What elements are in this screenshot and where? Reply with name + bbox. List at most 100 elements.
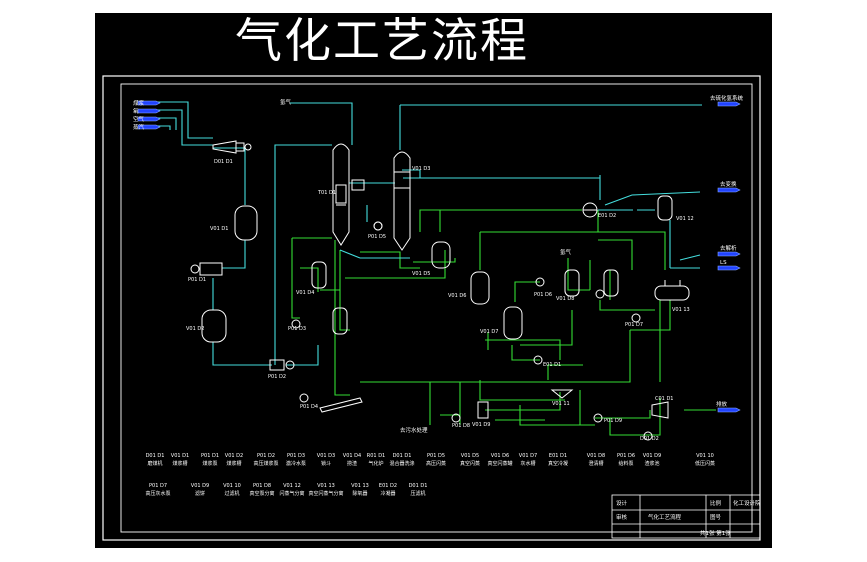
label-d02: D01 D2 [640, 436, 659, 442]
legend-tag: V01 10 [696, 453, 714, 459]
process-flow-diagram: D01 D1 V01 D1 P01 D1 V01 D2 P01 D2 T01 D… [102, 75, 761, 541]
legend-name: 煤浆泵 [202, 460, 217, 467]
legend-tag: E01 D1 [549, 453, 567, 459]
legend-name: 真空闪蒸气分离 [308, 490, 343, 497]
stream-right-3: LS [720, 260, 727, 266]
legend-name: 闪蒸气分离 [279, 490, 304, 497]
legend-name: 冷凝器 [380, 490, 395, 497]
legend-name: 锁斗 [321, 460, 331, 467]
slurry-tank-2 [201, 309, 227, 343]
legend-tag: V01 D2 [225, 453, 243, 459]
scrubber [393, 151, 411, 251]
equipment-symbols [190, 140, 690, 441]
clarifier [550, 389, 574, 399]
label-p03: P01 D3 [288, 326, 306, 332]
label-v01: V01 D1 [210, 226, 228, 232]
label-v05: V01 D5 [412, 271, 430, 277]
legend-name: 捞渣 [347, 460, 357, 467]
tb-label-1: 设计 [616, 499, 628, 507]
grinder-symbol [212, 140, 237, 154]
stream-bottom-mid: 去污水处理 [400, 426, 428, 434]
vacuum-flash-2 [503, 306, 523, 340]
legend-tag: V01 D3 [317, 453, 335, 459]
feed-input-1: 煤浆 [133, 99, 145, 107]
legend-tag: V01 D7 [519, 453, 537, 459]
legend-tag: P01 D5 [427, 453, 445, 459]
label-v06: V01 D6 [448, 293, 466, 299]
tb-sheet: 共1张 第1张 [700, 529, 731, 537]
legend-name: 激冷水泵 [286, 460, 306, 467]
label-v08: V01 D8 [556, 296, 574, 302]
label-p06: P01 D6 [534, 292, 552, 298]
legend-tag: D01 D1 [393, 453, 412, 459]
legend-name: 高压灰水泵 [145, 490, 170, 497]
legend-tag: P01 D2 [257, 453, 275, 459]
feed-input-2: 氧 [133, 107, 139, 115]
label-p07: P01 D7 [625, 322, 643, 328]
outer-frame [102, 75, 761, 541]
hp-slurry-pump [269, 359, 285, 371]
legend-tag: V01 D5 [461, 453, 479, 459]
legend-name: 澄清槽 [588, 460, 603, 467]
label-v02: V01 D2 [186, 326, 204, 332]
grinder-motor [235, 142, 245, 152]
tb-label-3: 比例 [710, 499, 722, 507]
label-c01: C01 D1 [655, 396, 673, 402]
label-p09: P01 D9 [604, 418, 622, 424]
legend-tag: V01 D8 [587, 453, 605, 459]
stream-top-in: 氢气 [280, 98, 292, 106]
legend-name: 除氧器 [352, 490, 367, 497]
legend-tag: V01 13 [317, 483, 335, 489]
stream-right-2: 去解析 [720, 244, 737, 252]
stream-right-1: 去变换 [720, 180, 737, 188]
legend-name: 灰水槽 [520, 460, 535, 467]
legend-name: 高压煤浆泵 [253, 460, 278, 467]
legend-name: 给料泵 [618, 460, 633, 467]
legend-tag: V01 D1 [171, 453, 189, 459]
legend-tag: P01 D1 [201, 453, 219, 459]
tb-company: 化工设计院 [733, 499, 761, 507]
label-x11: V01 11 [552, 401, 570, 407]
label-d01: D01 D1 [214, 159, 233, 165]
separator-2 [603, 269, 619, 297]
tb-label-2: 审核 [616, 513, 628, 521]
legend-tag: E01 D2 [379, 483, 397, 489]
legend-tag: P01 D8 [253, 483, 271, 489]
legend-tag: P01 D3 [287, 453, 305, 459]
label-p04: P01 D4 [300, 404, 318, 410]
lockhopper [311, 261, 327, 289]
legend-tag: V01 D9 [191, 483, 209, 489]
label-x12: V01 12 [676, 216, 694, 222]
legend-tag: V01 D9 [643, 453, 661, 459]
stream-bottom-right: 排放 [716, 400, 728, 408]
legend-name: 真空冷凝 [548, 460, 568, 467]
vacuum-flash-1 [470, 271, 490, 305]
tb-name: 气化工艺流程 [648, 513, 682, 521]
legend-name: 煤浆槽 [172, 460, 187, 467]
legend-name: 混合器洗涤 [389, 460, 414, 467]
legend-tag: V01 D6 [491, 453, 509, 459]
label-p08: P01 D8 [452, 423, 470, 429]
label-p02: P01 D2 [268, 374, 286, 380]
legend-tag: V01 D4 [343, 453, 361, 459]
label-v04: V01 D4 [296, 290, 314, 296]
legend-name: 渣浆池 [644, 460, 659, 467]
legend-tag: V01 10 [223, 483, 241, 489]
legend-name: 过滤机 [224, 490, 239, 497]
legend-tag: V01 12 [283, 483, 301, 489]
label-e02: E01 D2 [598, 213, 616, 219]
legend-name: 真空泵分离 [249, 490, 274, 497]
legend-name: 滤饼 [195, 490, 205, 497]
legend-name: 真空闪蒸罐 [487, 460, 512, 467]
separator-3 [657, 195, 673, 221]
label-v09: V01 D9 [472, 422, 490, 428]
feed-input-4: 蒸汽 [133, 123, 145, 131]
legend-name: 煤浆槽 [226, 460, 241, 467]
legend-tag: D01 D1 [409, 483, 428, 489]
separator-1 [564, 269, 580, 297]
legend-name: 磨煤机 [147, 460, 162, 467]
legend-name: 气化炉 [368, 460, 383, 467]
hp-flash [431, 241, 451, 269]
slurry-tank-1 [234, 205, 258, 241]
deaerator [654, 285, 690, 301]
